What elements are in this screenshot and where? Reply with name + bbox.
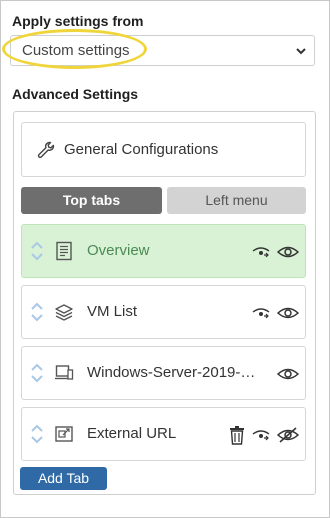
drag-handle-icon[interactable] [30,361,44,385]
hide-link-icon[interactable] [251,245,271,259]
tab-row-overview[interactable]: Overview [21,224,306,278]
chevron-down-icon [296,48,306,55]
tab-top-tabs[interactable]: Top tabs [21,187,162,214]
eye-off-icon[interactable] [277,427,299,443]
apply-settings-select[interactable]: Custom settings [10,35,315,66]
drag-handle-icon[interactable] [30,300,44,324]
drag-handle-icon[interactable] [30,422,44,446]
hide-link-icon[interactable] [251,428,271,442]
add-tab-button[interactable]: Add Tab [20,467,107,490]
layers-icon [55,304,73,321]
tab-row-label: Overview [87,242,150,259]
wrench-icon [37,141,55,159]
tab-row-label: VM List [87,303,138,320]
tab-row-vm-list[interactable]: VM List [21,285,306,339]
advanced-settings-label: Advanced Settings [12,86,139,102]
monitor-icon [55,365,74,380]
external-link-icon [55,426,73,442]
eye-icon[interactable] [277,366,299,382]
tab-row-windows-server[interactable]: Windows-Server-2019-… [21,346,306,400]
apply-settings-label: Apply settings from [12,13,144,29]
document-icon [56,241,72,261]
eye-icon[interactable] [277,244,299,260]
general-configurations-label: General Configurations [64,141,219,158]
apply-settings-value: Custom settings [22,42,130,59]
eye-icon[interactable] [277,305,299,321]
drag-handle-icon[interactable] [30,239,44,263]
tab-row-label: External URL [87,425,177,442]
tab-row-external-url[interactable]: External URL [21,407,306,461]
tab-row-label: Windows-Server-2019-… [87,364,256,381]
tab-left-menu[interactable]: Left menu [167,187,306,214]
general-configurations-button[interactable]: General Configurations [21,122,306,177]
hide-link-icon[interactable] [251,306,271,320]
trash-icon[interactable] [229,425,245,445]
